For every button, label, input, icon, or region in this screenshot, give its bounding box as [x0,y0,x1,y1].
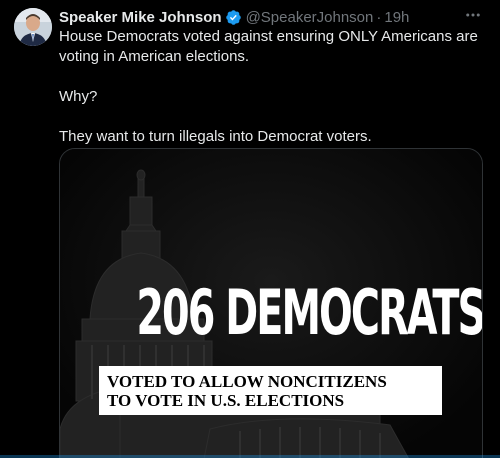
media-caption: VOTED TO ALLOW NONCITIZENS TO VOTE IN U.… [107,372,387,410]
post-media-image[interactable]: 206 DEMOCRATS VOTED TO ALLOW NONCITIZENS… [59,148,483,458]
separator-dot: · [376,8,382,26]
avatar-photo [14,8,52,46]
avatar[interactable] [14,8,52,46]
more-options-icon[interactable] [462,6,484,24]
media-caption-line: TO VOTE IN U.S. ELECTIONS [107,391,345,410]
verified-badge-icon[interactable] [225,9,242,26]
post-text-line: They want to turn illegals into Democrat… [59,128,372,145]
media-caption-box: VOTED TO ALLOW NONCITIZENS TO VOTE IN U.… [99,366,442,415]
author-handle[interactable]: @SpeakerJohnson [246,9,374,26]
post-text-line: House Democrats voted against ensuring O… [59,28,478,65]
author-name[interactable]: Speaker Mike Johnson [59,9,222,26]
media-caption-line: VOTED TO ALLOW NONCITIZENS [107,372,387,391]
post-timestamp[interactable]: 19h [384,9,409,26]
media-headline: 206 DEMOCRATS [136,276,483,349]
post-text: House Democrats voted against ensuring O… [59,27,479,147]
post-header: Speaker Mike Johnson @SpeakerJohnson · 1… [59,7,409,27]
post-text-line: Why? [59,88,98,105]
